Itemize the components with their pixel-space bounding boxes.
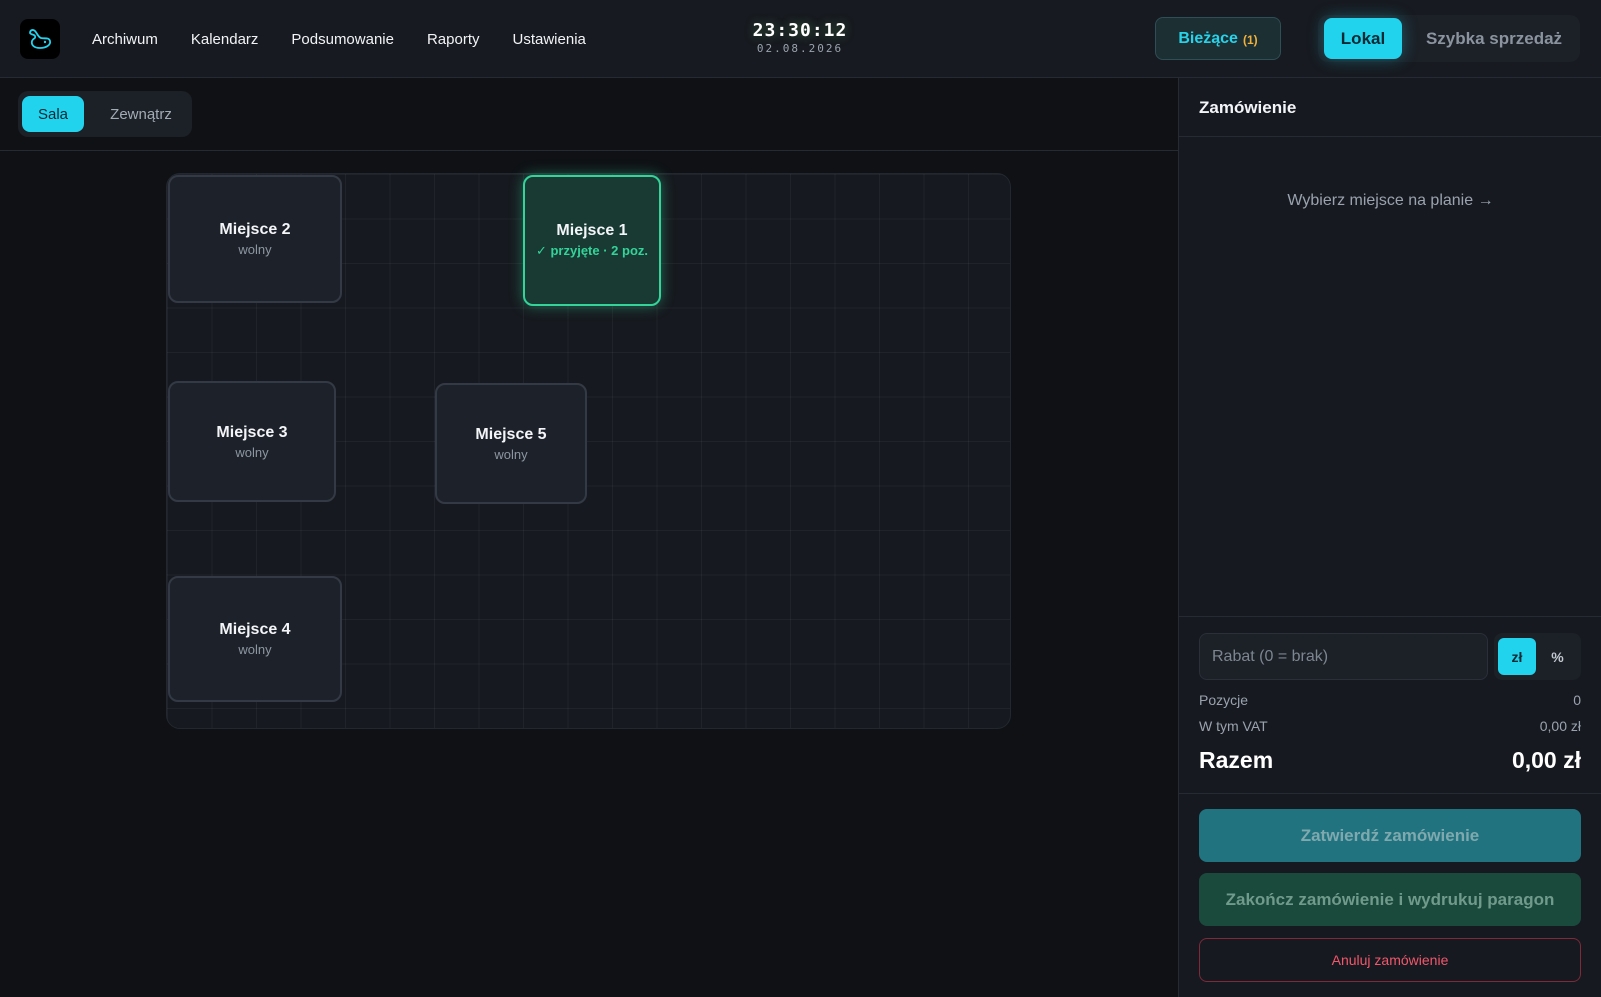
- cancel-order-button[interactable]: Anuluj zamówienie: [1199, 938, 1581, 982]
- positions-value: 0: [1573, 692, 1581, 708]
- divider: [1179, 136, 1601, 137]
- order-panel: Zamówienie Wybierz miejsce na planie → z…: [1178, 78, 1601, 997]
- app-logo[interactable]: [20, 19, 60, 59]
- table-status: wolny: [238, 242, 272, 257]
- table-miejsce-3[interactable]: Miejsce 3 wolny: [168, 381, 336, 502]
- vat-row: W tym VAT 0,00 zł: [1199, 718, 1581, 734]
- room-tabs: Sala Zewnątrz: [18, 91, 192, 137]
- clock: 23:30:12 02.08.2026: [740, 20, 860, 55]
- table-miejsce-1[interactable]: Miejsce 1 ✓ przyjęte · 2 poz.: [523, 175, 661, 306]
- table-miejsce-2[interactable]: Miejsce 2 wolny: [168, 175, 342, 303]
- floor-plan: Miejsce 2 wolny Miejsce 1 ✓ przyjęte · 2…: [166, 173, 1011, 729]
- finish-and-print-button[interactable]: Zakończ zamówienie i wydrukuj paragon: [1199, 873, 1581, 926]
- total-row: Razem 0,00 zł: [1199, 747, 1581, 774]
- clock-time: 23:30:12: [752, 20, 848, 41]
- table-name: Miejsce 5: [475, 425, 547, 443]
- divider: [1179, 793, 1601, 794]
- divider: [1179, 616, 1601, 617]
- current-orders-label: Bieżące: [1178, 29, 1238, 47]
- mode-quick-sale-button[interactable]: Szybka sprzedaż: [1414, 18, 1574, 59]
- nav-item-raporty[interactable]: Raporty: [427, 31, 480, 48]
- total-value: 0,00 zł: [1511, 747, 1581, 773]
- order-title: Zamówienie: [1199, 98, 1297, 117]
- mode-switch: Lokal Szybka sprzedaż: [1318, 15, 1580, 62]
- nav-item-kalendarz[interactable]: Kalendarz: [191, 31, 259, 48]
- tab-zewnatrz[interactable]: Zewnątrz: [94, 96, 188, 132]
- vat-value: 0,00 zł: [1539, 718, 1581, 734]
- positions-row: Pozycje 0: [1199, 692, 1581, 708]
- total-label: Razem: [1199, 747, 1274, 773]
- table-status: wolny: [494, 446, 528, 462]
- discount-input[interactable]: [1199, 633, 1488, 680]
- positions-label: Pozycje: [1199, 692, 1249, 708]
- discount-unit-switch: zł %: [1494, 633, 1581, 680]
- unit-percent-button[interactable]: %: [1538, 638, 1577, 675]
- table-name: Miejsce 3: [216, 423, 288, 441]
- table-status: wolny: [238, 642, 272, 657]
- confirm-order-button[interactable]: Zatwierdź zamówienie: [1199, 809, 1581, 862]
- room-bar: Sala Zewnątrz: [0, 78, 1178, 151]
- table-status: wolny: [235, 444, 269, 460]
- top-bar: Archiwum Kalendarz Podsumowanie Raporty …: [0, 0, 1601, 78]
- main-nav: Archiwum Kalendarz Podsumowanie Raporty …: [92, 0, 619, 78]
- current-orders-button[interactable]: Bieżące (1): [1155, 17, 1281, 60]
- clock-date: 02.08.2026: [756, 42, 844, 55]
- table-name: Miejsce 2: [219, 221, 291, 238]
- table-miejsce-4[interactable]: Miejsce 4 wolny: [168, 576, 342, 702]
- vat-label: W tym VAT: [1199, 718, 1268, 734]
- table-name: Miejsce 4: [219, 621, 291, 638]
- nav-item-ustawienia[interactable]: Ustawienia: [513, 31, 586, 48]
- current-orders-count: (1): [1242, 32, 1258, 47]
- order-empty-hint: Wybierz miejsce na planie →: [1287, 192, 1494, 209]
- table-status: ✓ przyjęte · 2 poz.: [535, 243, 649, 258]
- unit-zl-button[interactable]: zł: [1498, 638, 1536, 675]
- nav-item-archiwum[interactable]: Archiwum: [92, 31, 158, 48]
- nav-item-podsumowanie[interactable]: Podsumowanie: [291, 31, 394, 48]
- whale-icon: [29, 29, 52, 49]
- table-name: Miejsce 1: [556, 222, 628, 239]
- mode-lokal-button[interactable]: Lokal: [1324, 18, 1402, 59]
- table-miejsce-5[interactable]: Miejsce 5 wolny: [435, 383, 587, 504]
- tab-sala[interactable]: Sala: [22, 96, 84, 132]
